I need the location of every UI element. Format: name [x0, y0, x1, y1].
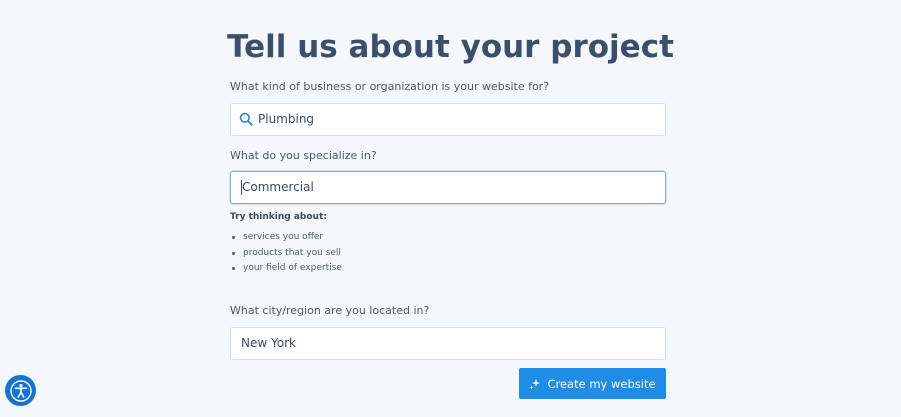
hint-item: services you offer: [230, 231, 342, 247]
business-label: What kind of business or organization is…: [230, 80, 550, 93]
business-input-value: Plumbing: [258, 112, 315, 126]
location-input[interactable]: New York: [230, 327, 666, 360]
hint-title: Try thinking about:: [230, 212, 327, 222]
hint-list: services you offer products that you sel…: [230, 231, 342, 278]
search-icon: [239, 112, 253, 126]
sparkle-icon: [529, 378, 541, 389]
specialty-label: What do you specialize in?: [230, 149, 377, 162]
hint-item: your field of expertise: [230, 262, 342, 278]
create-website-label: Create my website: [547, 376, 656, 391]
specialty-input[interactable]: Commercial: [230, 171, 666, 204]
hint-item: products that you sell: [230, 247, 342, 263]
create-website-button[interactable]: Create my website: [519, 368, 666, 399]
location-input-value: New York: [241, 336, 296, 350]
business-input[interactable]: Plumbing: [230, 103, 666, 136]
page-title: Tell us about your project: [227, 28, 674, 65]
accessibility-button[interactable]: [5, 375, 36, 406]
location-label: What city/region are you located in?: [230, 304, 430, 317]
specialty-input-value: Commercial: [242, 180, 314, 194]
accessibility-icon: [9, 379, 32, 402]
